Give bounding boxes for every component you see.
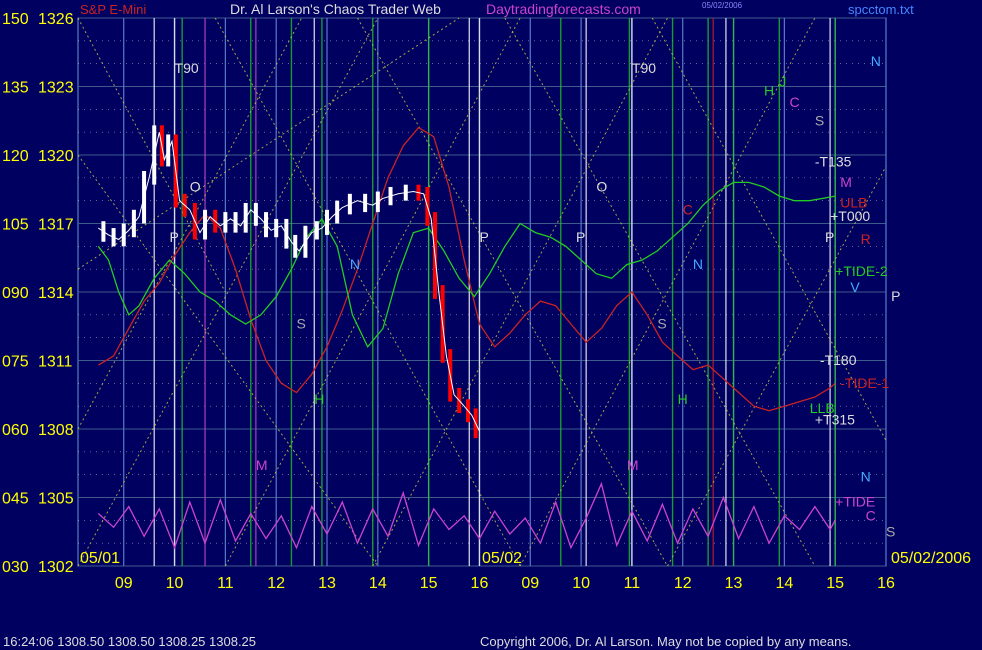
chart-annotation-label: C <box>683 201 693 217</box>
y-tick-price: 1320 <box>38 148 74 165</box>
chart-annotation-label: N <box>693 256 703 272</box>
left-title: S&P E-Mini <box>80 2 146 17</box>
chart-annotation-label: S <box>657 316 666 332</box>
y-tick-price: 1311 <box>38 354 73 371</box>
x-tick-label: 16 <box>877 575 895 592</box>
y-tick-price: 1305 <box>38 491 74 508</box>
chart-annotation-label: H <box>764 83 774 99</box>
y-tick-price: 1314 <box>38 285 74 302</box>
y-tick-price: 1317 <box>38 217 74 234</box>
y-tick-price: 1323 <box>38 80 74 97</box>
site-link[interactable]: Daytradingforecasts.com <box>486 1 641 17</box>
x-tick-label: 14 <box>775 575 793 592</box>
y-tick-left: 120 <box>2 148 29 165</box>
file-name: spcctom.txt <box>848 2 914 17</box>
y-tick-left: 045 <box>2 491 29 508</box>
date-label-mid: 05/02 <box>482 550 522 567</box>
y-tick-left: 030 <box>2 559 29 576</box>
y-tick-left: 105 <box>2 217 29 234</box>
y-tick-left: 135 <box>2 80 29 97</box>
date-stamp-top: 05/02/2006 <box>702 1 743 10</box>
x-tick-label: 09 <box>521 575 539 592</box>
chart-annotation-label: O <box>190 179 201 195</box>
chart-annotation-label: O <box>596 179 607 195</box>
x-tick-label: 10 <box>166 575 184 592</box>
chart-annotation-label: P <box>169 229 178 245</box>
y-tick-left: 090 <box>2 285 29 302</box>
chart-annotation-label: H <box>314 391 324 407</box>
chart-annotation-label: +TIDE-2 <box>835 263 888 279</box>
chart-annotation-label: +T000 <box>830 208 870 224</box>
chart-annotation-label: +T315 <box>815 411 855 427</box>
chart-annotation-label: P <box>479 229 488 245</box>
x-tick-label: 14 <box>369 575 387 592</box>
x-tick-label: 11 <box>624 575 641 592</box>
chart-annotation-label: M <box>840 174 852 190</box>
chart-annotation-label: S <box>886 523 895 539</box>
chart-annotation-label: M <box>627 457 639 473</box>
x-tick-label: 15 <box>420 575 438 592</box>
chart-annotation-label: C <box>789 94 799 110</box>
x-tick-label: 15 <box>826 575 844 592</box>
chart-annotation-label: P <box>576 229 585 245</box>
x-tick-label: 12 <box>674 575 692 592</box>
chart-annotation-label: R <box>861 231 871 247</box>
chart-annotation-label: T90 <box>175 60 199 76</box>
chart-annotation-label: -T180 <box>820 352 857 368</box>
chart-annotation-label: J <box>779 74 786 90</box>
chart-annotation-label: -TIDE-1 <box>840 375 889 391</box>
chart-annotation-label: C <box>866 507 876 523</box>
chart-annotation-label: P <box>825 229 834 245</box>
chart-annotation-label: M <box>256 457 268 473</box>
y-tick-price: 1326 <box>38 11 74 28</box>
y-tick-price: 1302 <box>38 559 74 576</box>
y-tick-price: 1308 <box>38 422 74 439</box>
chart-annotation-label: N <box>350 256 360 272</box>
chart-annotation-label: V <box>850 279 860 295</box>
x-tick-label: 13 <box>725 575 743 592</box>
y-tick-left: 060 <box>2 422 29 439</box>
chart-annotation-label: -T135 <box>815 153 852 169</box>
chaos-trader-chart: 150 1326135 1323120 1320105 1317090 1314075 13… <box>0 0 982 650</box>
footer-quote: 16:24:06 1308.50 1308.50 1308.25 1308.25 <box>3 634 256 649</box>
x-tick-label: 09 <box>115 575 133 592</box>
y-tick-left: 075 <box>2 354 29 371</box>
x-tick-label: 16 <box>471 575 489 592</box>
footer-copyright: Copyright 2006, Dr. Al Larson. May not b… <box>480 634 851 649</box>
x-tick-label: 10 <box>572 575 590 592</box>
chart-annotation-label: N <box>861 469 871 485</box>
chart-annotation-label: P <box>891 288 900 304</box>
date-label-start: 05/01 <box>80 550 120 567</box>
x-tick-label: 13 <box>318 575 336 592</box>
y-tick-left: 150 <box>2 11 29 28</box>
center-title: Dr. Al Larson's Chaos Trader Web <box>230 1 441 17</box>
x-tick-label: 12 <box>267 575 285 592</box>
chart-annotation-label: N <box>871 53 881 69</box>
chart-annotation-label: S <box>297 316 306 332</box>
x-tick-label: 11 <box>217 575 234 592</box>
chart-annotation-label: H <box>678 391 688 407</box>
date-label-end: 05/02/2006 <box>891 550 971 567</box>
chart-annotation-label: S <box>815 112 824 128</box>
chart-annotation-label: T90 <box>632 60 656 76</box>
